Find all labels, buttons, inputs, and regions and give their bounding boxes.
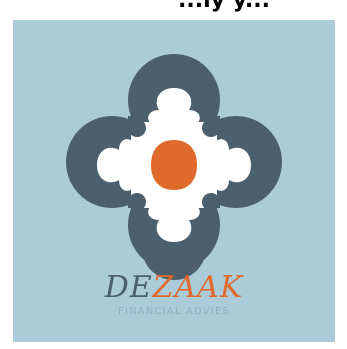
wordmark-de: DE [104,270,153,305]
cropped-caption-text: ...ly y... [178,0,271,13]
wordmark-zaak: ZAAK [152,270,244,305]
brand-wordmark: DEZAAK [13,272,335,304]
top-cropped-caption: ...ly y... [0,0,347,22]
brand-tagline: FINANCIAL ADVIES [117,306,231,317]
screenshot-frame: ...ly y... DEZAAK FINANCIAL ADVIES [0,0,347,349]
logo-card: DEZAAK FINANCIAL ADVIES [13,20,335,342]
orange-center-shape [151,140,197,190]
